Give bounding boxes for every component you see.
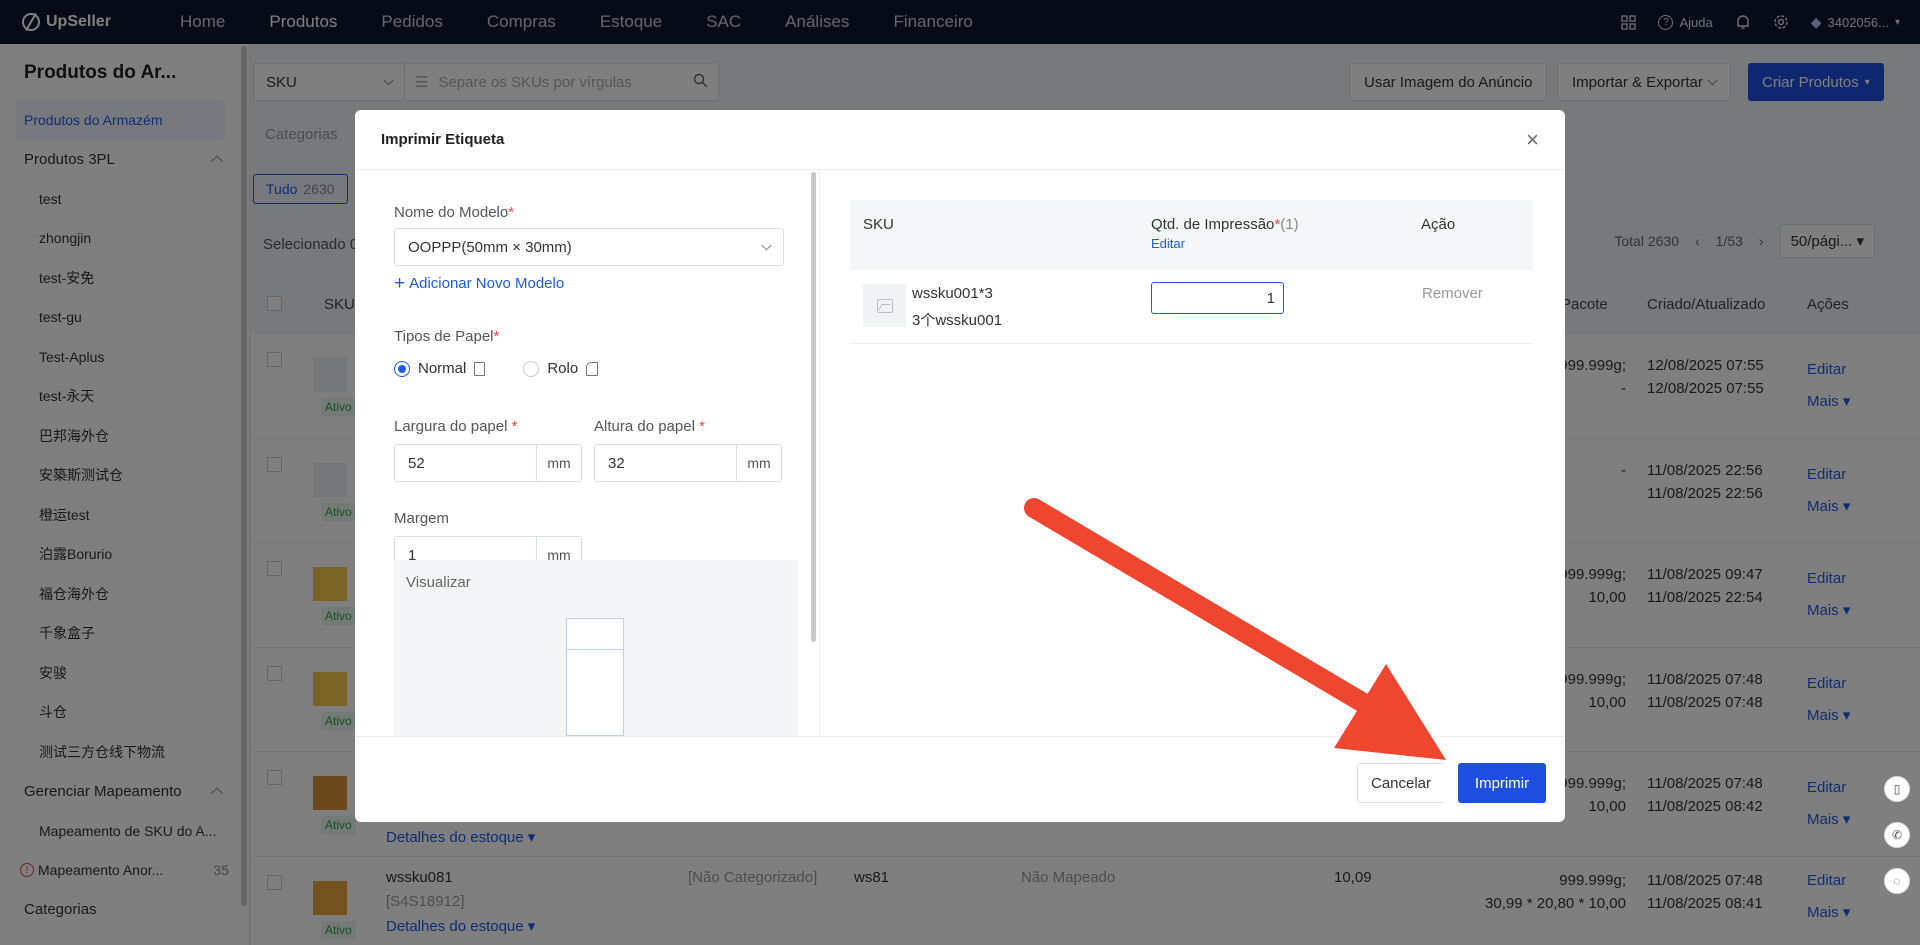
preview-paper	[566, 618, 624, 736]
settings-scrollbar[interactable]	[811, 172, 816, 642]
preview-label: Visualizar	[406, 574, 471, 591]
model-name-select[interactable]: OOPPP(50mm × 30mm)	[394, 228, 784, 266]
col-qty-header: Qtd. de Impressão*(1) Editar	[1151, 216, 1299, 251]
modal-body: Nome do Modelo* OOPPP(50mm × 30mm) + Adi…	[355, 170, 1565, 736]
paper-type-roll-radio[interactable]: Rolo	[523, 360, 599, 377]
print-label-modal: Imprimir Etiqueta × Nome do Modelo* OOPP…	[355, 110, 1565, 822]
bulk-edit-qty-link[interactable]: Editar	[1151, 236, 1299, 251]
cancel-button[interactable]: Cancelar	[1357, 763, 1445, 803]
paper-roll-label: Rolo	[547, 360, 579, 377]
modal-footer: Cancelar Imprimir	[355, 736, 1565, 822]
paper-width-input[interactable]: 52 mm	[394, 444, 582, 482]
paper-height-label: Altura do papel *	[594, 418, 705, 435]
model-name-label: Nome do Modelo*	[394, 204, 515, 221]
unit-mm: mm	[536, 445, 581, 481]
print-sku-table: SKU Qtd. de Impressão*(1) Editar Ação ws…	[850, 200, 1533, 736]
model-name-value: OOPPP(50mm × 30mm)	[408, 238, 572, 256]
radio-unchecked-icon	[523, 360, 540, 377]
modal-header: Imprimir Etiqueta ×	[355, 110, 1565, 170]
unit-mm: mm	[736, 445, 781, 481]
modal-title: Imprimir Etiqueta	[381, 131, 505, 148]
plus-icon: +	[394, 273, 406, 294]
radio-checked-icon	[394, 360, 410, 377]
roll-paper-icon	[586, 361, 599, 376]
sku-thumbnail	[863, 284, 906, 327]
paper-type-normal-radio[interactable]: Normal	[394, 360, 486, 377]
remove-link[interactable]: Remover	[1422, 285, 1483, 302]
col-sku-header: SKU	[863, 216, 894, 233]
floating-help-icons: ▯ ✆ ◌	[1884, 776, 1910, 894]
whatsapp-icon[interactable]: ✆	[1884, 822, 1910, 848]
col-action-header: Ação	[1421, 216, 1456, 233]
close-icon[interactable]: ×	[1526, 128, 1539, 151]
label-settings-pane: Nome do Modelo* OOPPP(50mm × 30mm) + Adi…	[355, 170, 820, 736]
chat-icon[interactable]: ◌	[1884, 868, 1910, 894]
paper-width-value: 52	[408, 454, 425, 472]
paper-normal-label: Normal	[418, 360, 467, 377]
paper-type-label: Tipos de Papel*	[394, 328, 500, 345]
paper-type-radio-group: Normal Rolo	[394, 360, 599, 377]
add-new-model-link[interactable]: + Adicionar Novo Modelo	[394, 274, 564, 293]
chevron-down-icon	[761, 240, 772, 250]
label-preview: Visualizar	[394, 560, 798, 736]
sheet-paper-icon	[474, 361, 486, 376]
sku-code: wssku001*3	[912, 285, 993, 302]
paper-width-label: Largura do papel *	[394, 418, 518, 435]
sku-name: 3个wssku001	[912, 312, 1003, 329]
phone-icon[interactable]: ▯	[1884, 776, 1910, 802]
table-row: wssku001*3 3个wssku001 1 Remover	[850, 270, 1533, 344]
margin-label: Margem	[394, 510, 450, 527]
add-model-label: Adicionar Novo Modelo	[409, 275, 565, 292]
paper-height-input[interactable]: 32 mm	[594, 444, 782, 482]
paper-height-value: 32	[608, 454, 625, 472]
image-placeholder-icon	[876, 298, 893, 313]
print-table-header: SKU Qtd. de Impressão*(1) Editar Ação	[850, 200, 1533, 270]
print-button[interactable]: Imprimir	[1458, 763, 1546, 803]
print-qty-input[interactable]: 1	[1151, 282, 1284, 314]
